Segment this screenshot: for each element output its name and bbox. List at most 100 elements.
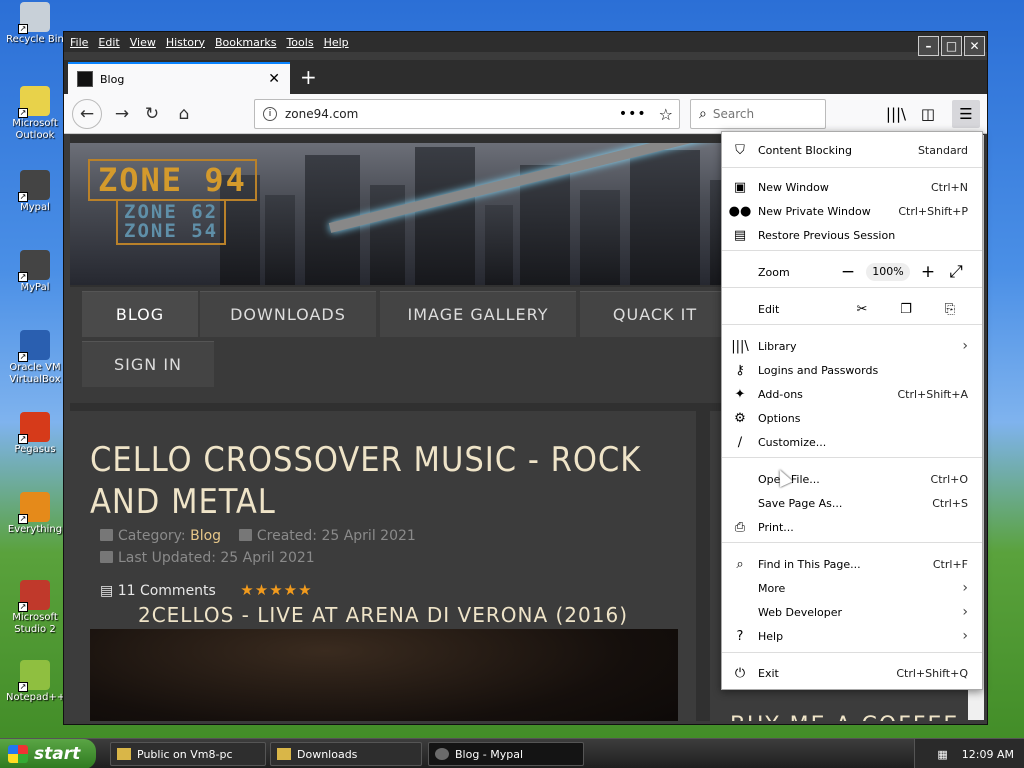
desktop-app-icon: ↗ xyxy=(18,2,50,34)
menu-item-restore-previous-session[interactable]: ▤ Restore Previous Session xyxy=(722,224,982,246)
menu-item-find-in-this-page[interactable]: ⌕ Find in This Page... Ctrl+F xyxy=(722,553,982,575)
task-downloads[interactable]: Downloads xyxy=(270,742,422,766)
task-blog-mypal[interactable]: Blog - Mypal xyxy=(428,742,584,766)
navigation-toolbar: ← → ↻ ⌂ i zone94.com ••• ☆ ⌕ |||\ ◫ ☰ xyxy=(64,94,987,134)
desktop-icon[interactable]: ↗ Mypal xyxy=(6,170,64,214)
menu-edit[interactable]: Edit xyxy=(98,36,119,49)
article-updated: Last Updated: 25 April 2021 xyxy=(100,550,315,566)
keyboard-icon[interactable]: ▦ xyxy=(937,748,947,761)
desktop-icon[interactable]: ↗ Recycle Bin xyxy=(6,2,64,46)
url-bar[interactable]: i zone94.com ••• ☆ xyxy=(254,99,680,129)
article-title[interactable]: CELLO CROSSOVER MUSIC - ROCK AND METAL xyxy=(90,439,670,523)
article-subtitle: 2CELLOS - LIVE AT ARENA DI VERONA (2016) xyxy=(137,603,629,627)
menu-view[interactable]: View xyxy=(130,36,156,49)
menu-item-customize[interactable]: ∕ Customize... xyxy=(722,431,982,453)
menu-item-web-developer[interactable]: Web Developer › xyxy=(722,601,982,623)
minimize-button[interactable]: – xyxy=(918,36,939,56)
search-input[interactable] xyxy=(712,107,813,121)
sidebar-icon[interactable]: ◫ xyxy=(914,100,942,128)
menu-item-save-page-as[interactable]: Save Page As... Ctrl+S xyxy=(722,492,982,514)
desktop-icon[interactable]: ↗ MyPal xyxy=(6,250,64,294)
desktop-app-icon: ↗ xyxy=(18,660,50,692)
mypal-icon xyxy=(435,748,449,760)
menu-item-print[interactable]: ⎙ Print... xyxy=(722,516,982,538)
fullscreen-icon[interactable]: ⤢ xyxy=(942,262,970,282)
reload-button[interactable]: ↻ xyxy=(138,100,166,128)
tab-strip: Blog ✕ + xyxy=(64,60,987,94)
tab-close-icon[interactable]: ✕ xyxy=(268,71,280,87)
site-logo[interactable]: ZONE 94 xyxy=(88,159,257,201)
search-icon: ⌕ xyxy=(736,556,744,572)
menu-item-library[interactable]: |||\ Library › xyxy=(722,335,982,357)
maximize-button[interactable]: □ xyxy=(941,36,962,56)
desktop-icon[interactable]: ↗ Pegasus xyxy=(6,412,64,456)
desktop-icon[interactable]: ↗ Microsoft Studio 2 xyxy=(6,580,64,636)
desktop-app-icon: ↗ xyxy=(18,580,50,612)
desktop-app-icon: ↗ xyxy=(18,250,50,282)
paste-icon[interactable]: ⎘ xyxy=(928,302,972,317)
close-button[interactable]: ✕ xyxy=(964,36,985,56)
desktop-icon[interactable]: ↗ Oracle VM VirtualBox xyxy=(6,330,64,386)
menu-help[interactable]: Help xyxy=(324,36,349,49)
start-button[interactable]: start xyxy=(0,739,96,768)
menu-zoom: Zoom − 100% + ⤢ xyxy=(722,261,982,283)
nav-downloads[interactable]: DOWNLOADS xyxy=(200,291,376,337)
menu-item-more[interactable]: More › xyxy=(722,577,982,599)
back-button[interactable]: ← xyxy=(72,99,102,129)
clock[interactable]: 12:09 AM xyxy=(962,748,1014,761)
menu-item-new-private-window[interactable]: ●● New Private Window Ctrl+Shift+P xyxy=(722,200,982,222)
key-icon: ⚷ xyxy=(735,362,745,378)
menu-item-logins-and-passwords[interactable]: ⚷ Logins and Passwords xyxy=(722,359,982,381)
menu-history[interactable]: History xyxy=(166,36,205,49)
menu-item-new-window[interactable]: ▣ New Window Ctrl+N xyxy=(722,176,982,198)
desktop-app-icon: ↗ xyxy=(18,492,50,524)
chevron-right-icon: › xyxy=(962,604,968,620)
category-link[interactable]: Blog xyxy=(190,528,221,544)
menu-item-options[interactable]: ⚙ Options xyxy=(722,407,982,429)
menu-item-add-ons[interactable]: ✦ Add-ons Ctrl+Shift+A xyxy=(722,383,982,405)
menu-bookmarks[interactable]: Bookmarks xyxy=(215,36,276,49)
nav-image-gallery[interactable]: IMAGE GALLERY xyxy=(380,291,576,337)
url-text[interactable]: zone94.com xyxy=(285,107,619,121)
chevron-right-icon: › xyxy=(962,580,968,596)
new-tab-button[interactable]: + xyxy=(300,67,317,87)
brush-icon: ∕ xyxy=(737,434,743,450)
folder-icon xyxy=(100,529,113,541)
task-public-vm8[interactable]: Public on Vm8-pc xyxy=(110,742,266,766)
menu-file[interactable]: File xyxy=(70,36,88,49)
star-rating[interactable]: ★★★★★ xyxy=(240,581,312,599)
home-button[interactable]: ⌂ xyxy=(170,100,198,128)
menu-exit[interactable]: ⏻ Exit Ctrl+Shift+Q xyxy=(722,662,982,684)
calendar-icon xyxy=(100,551,113,563)
comments-icon: ▤ xyxy=(100,583,114,599)
site-info-icon[interactable]: i xyxy=(263,107,277,121)
tab-blog[interactable]: Blog ✕ xyxy=(68,62,290,94)
zoom-out-button[interactable]: − xyxy=(834,262,862,282)
forward-button[interactable]: → xyxy=(108,100,136,128)
zoom-in-button[interactable]: + xyxy=(914,262,942,282)
library-icon[interactable]: |||\ xyxy=(882,100,910,128)
mask-icon: ●● xyxy=(728,203,752,219)
hamburger-menu-button[interactable]: ☰ xyxy=(952,100,980,128)
menu-item-help[interactable]: ? Help › xyxy=(722,625,982,647)
zoom-reset-button[interactable]: 100% xyxy=(866,263,910,281)
copy-icon[interactable]: ❐ xyxy=(884,302,928,317)
video-embed[interactable] xyxy=(90,629,678,721)
nav-sign-in[interactable]: SIGN IN xyxy=(82,341,214,387)
cut-icon[interactable]: ✂ xyxy=(840,302,884,317)
comments-link[interactable]: 11 Comments xyxy=(118,583,216,599)
window-icon: ▣ xyxy=(733,179,747,195)
menu-tools[interactable]: Tools xyxy=(286,36,313,49)
bookmark-star-icon[interactable]: ☆ xyxy=(659,105,673,124)
desktop-icon[interactable]: ↗ Notepad++ xyxy=(6,660,65,704)
search-box[interactable]: ⌕ xyxy=(690,99,826,129)
desktop-icon[interactable]: ↗ Everything xyxy=(6,492,64,536)
desktop-icon[interactable]: ↗ Microsoft Outlook xyxy=(6,86,64,142)
nav-blog[interactable]: BLOG xyxy=(82,291,198,337)
menu-content-blocking[interactable]: ⛉ Content Blocking Standard xyxy=(722,139,982,161)
help-icon: ? xyxy=(736,628,744,644)
nav-quack-it[interactable]: QUACK IT xyxy=(580,291,730,337)
page-actions-icon[interactable]: ••• xyxy=(619,106,647,122)
comments-row: ▤ 11 Comments ★★★★★ xyxy=(100,581,313,599)
menu-item-open-file[interactable]: Open File... Ctrl+O xyxy=(722,468,982,490)
